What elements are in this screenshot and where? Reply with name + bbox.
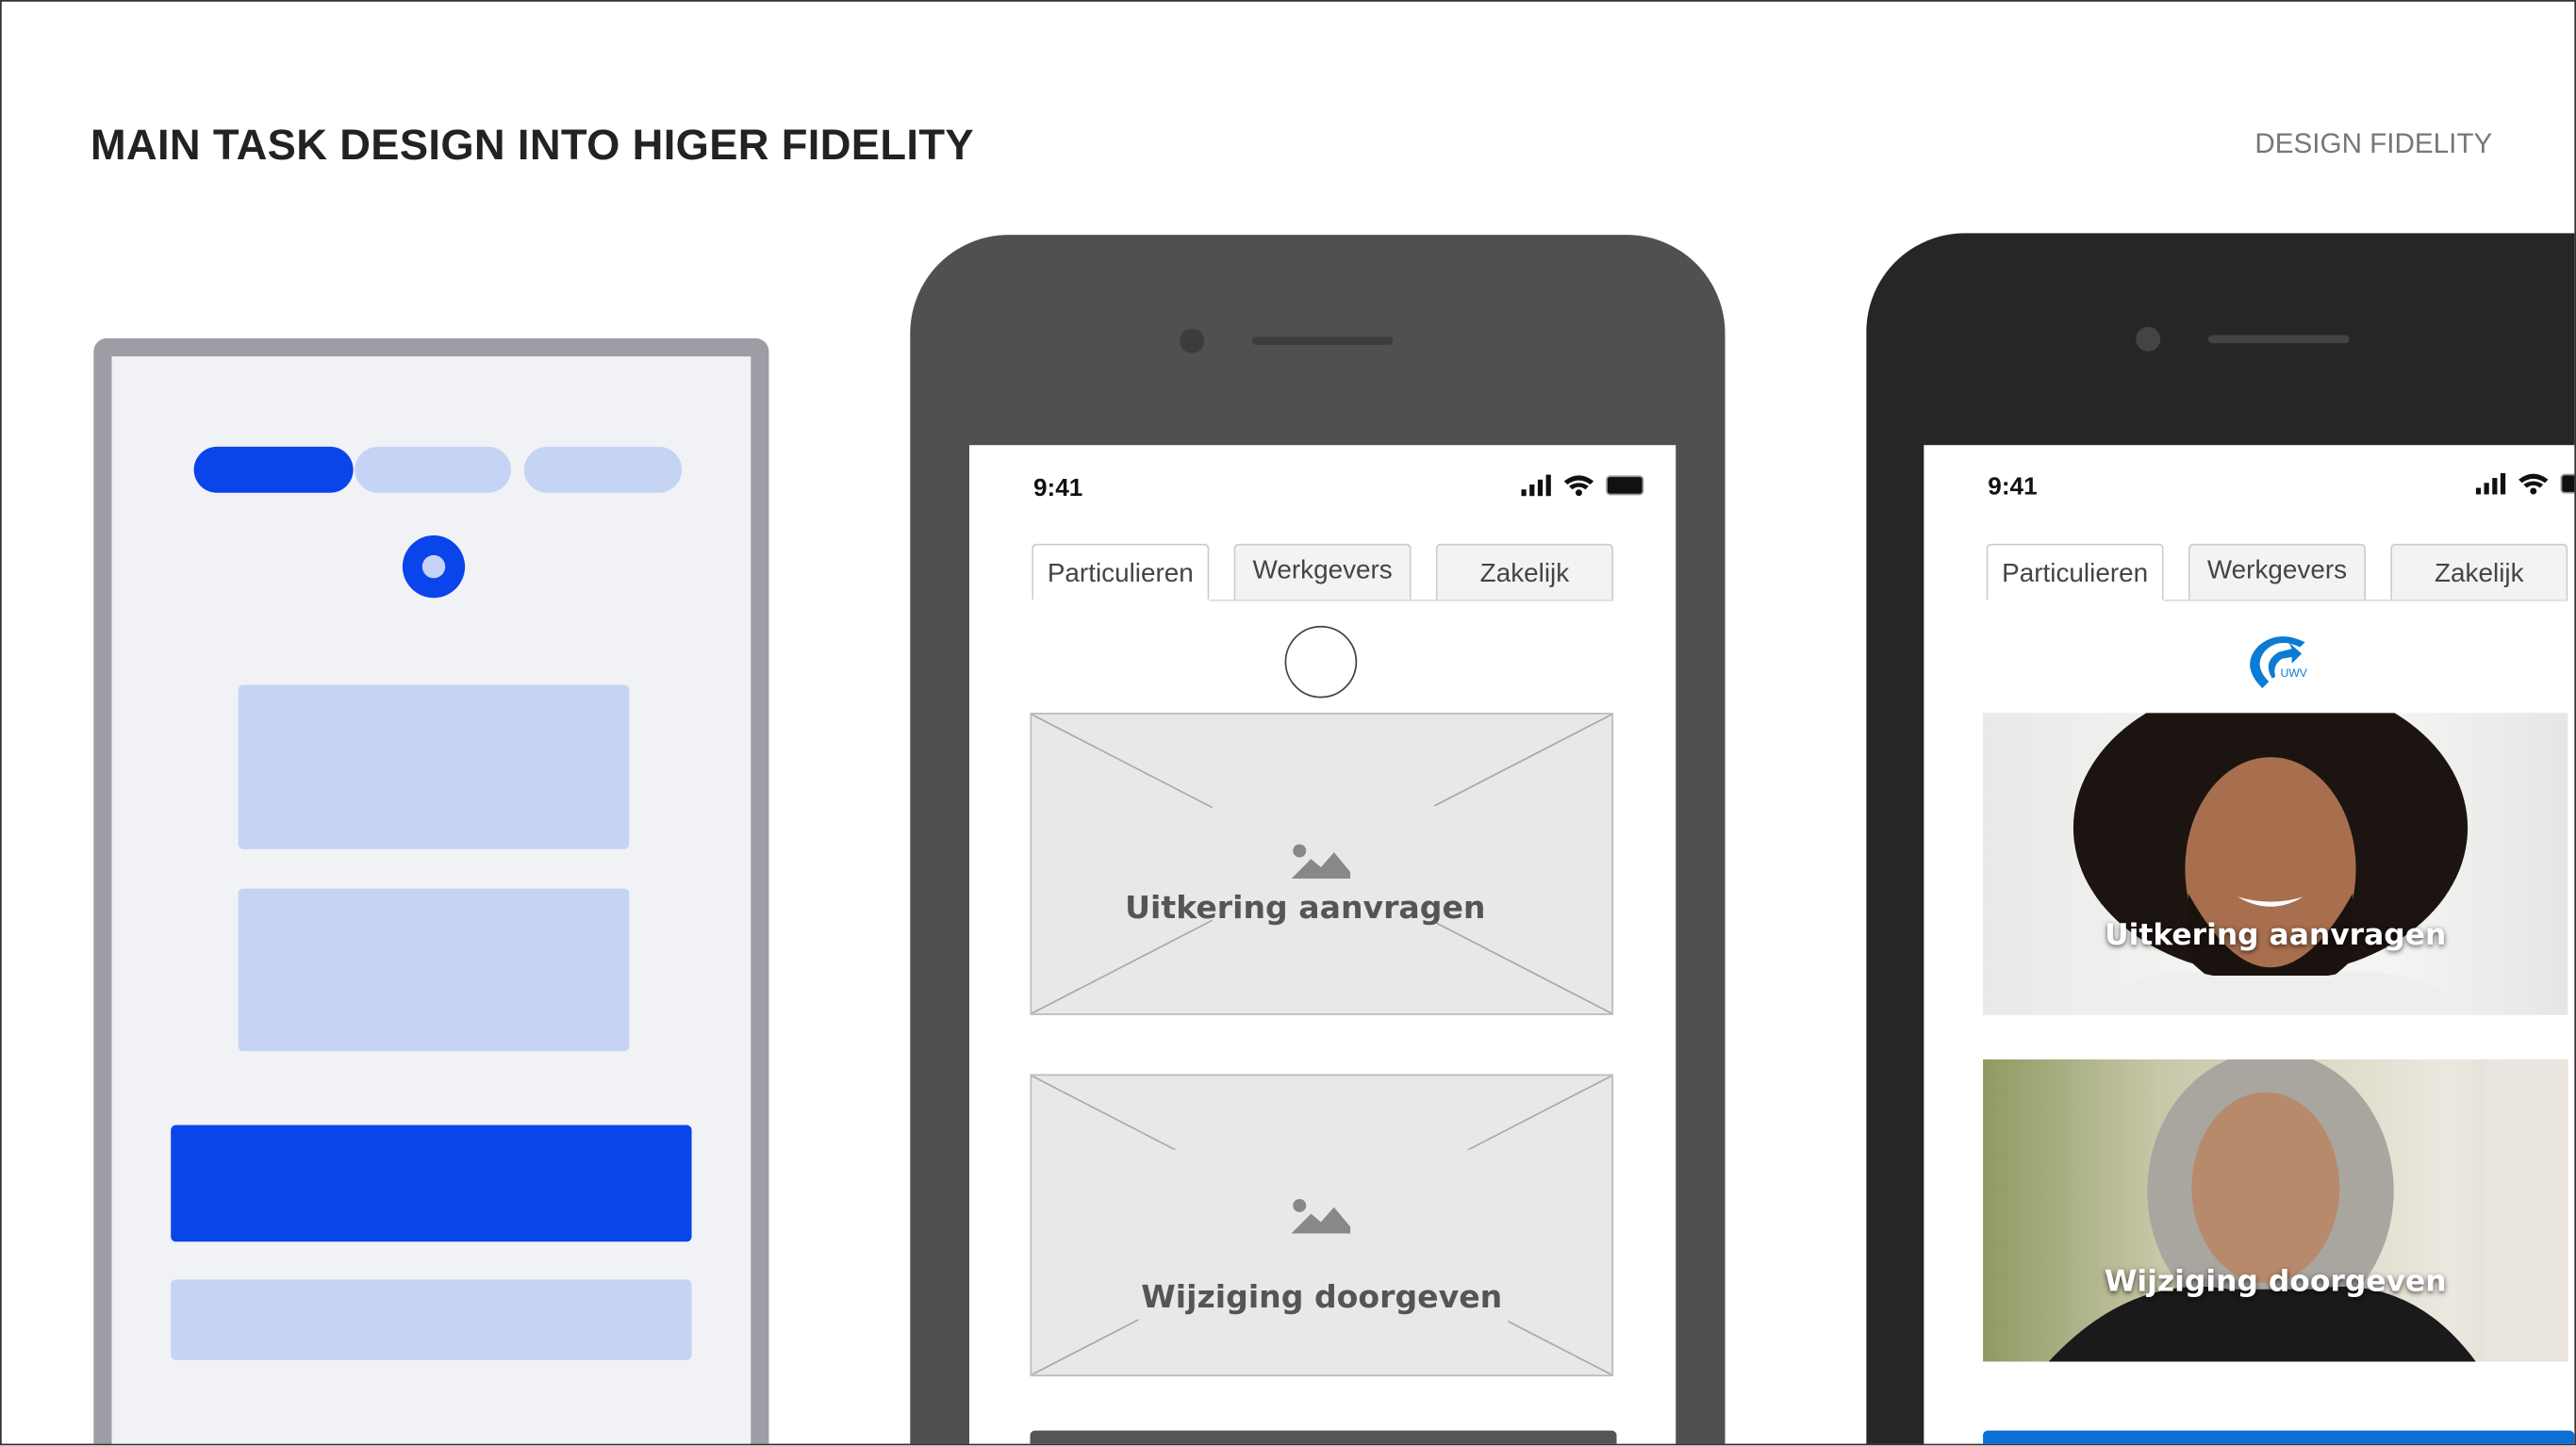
status-icons xyxy=(1521,474,1644,497)
status-icons xyxy=(2475,472,2575,495)
wireframe-phone: 9:41 Particulieren Werkgevers Zakelijk U… xyxy=(910,235,1726,1444)
primary-button[interactable] xyxy=(1983,1430,2575,1444)
status-time: 9:41 xyxy=(1988,472,2038,501)
card-uitkering-aanvragen[interactable]: Uitkering aanvragen xyxy=(1030,713,1614,1015)
card-wijziging-doorgeven[interactable]: Wijziging doorgeven xyxy=(1983,1059,2568,1362)
lofi-card xyxy=(238,684,630,849)
slide: MAIN TASK DESIGN INTO HIGER FIDELITY DES… xyxy=(0,0,2576,1446)
lofi-card xyxy=(238,888,630,1052)
section-label: DESIGN FIDELITY xyxy=(2254,127,2493,160)
tab-zakelijk[interactable]: Zakelijk xyxy=(1435,543,1614,600)
status-time: 9:41 xyxy=(1032,474,1083,503)
lofi-device xyxy=(93,337,769,1444)
lofi-logo xyxy=(402,535,466,599)
tab-particulieren[interactable]: Particulieren xyxy=(1986,543,2164,600)
tab-zakelijk[interactable]: Zakelijk xyxy=(2390,543,2568,600)
svg-text:UWV: UWV xyxy=(2280,666,2307,680)
lofi-screen xyxy=(111,356,751,1444)
logo-placeholder xyxy=(1284,625,1358,698)
card-wijziging-doorgeven[interactable]: Wijziging doorgeven xyxy=(1030,1074,1614,1377)
hifi-screen: 9:41 Particulieren Werkgevers Zakelijk U… xyxy=(1924,445,2575,1444)
lofi-step-active xyxy=(193,446,354,493)
slide-title: MAIN TASK DESIGN INTO HIGER FIDELITY xyxy=(90,120,974,170)
camera-icon xyxy=(1180,328,1205,353)
speaker xyxy=(2207,335,2350,344)
wireframe-screen: 9:41 Particulieren Werkgevers Zakelijk U… xyxy=(969,445,1676,1444)
image-icon xyxy=(1291,1198,1351,1234)
speaker xyxy=(1251,337,1394,345)
photo-woman xyxy=(2048,1059,2568,1362)
hifi-phone: 9:41 Particulieren Werkgevers Zakelijk U… xyxy=(1866,233,2575,1444)
uwv-logo: UWV xyxy=(2250,636,2308,689)
camera-icon xyxy=(2136,326,2161,352)
wireframe-button[interactable] xyxy=(1030,1430,1617,1444)
lofi-step xyxy=(523,446,683,493)
lofi-step xyxy=(355,446,511,493)
lofi-primary-button[interactable] xyxy=(171,1125,692,1242)
tab-werkgevers[interactable]: Werkgevers xyxy=(1233,543,1412,600)
lofi-secondary-button[interactable] xyxy=(171,1279,692,1360)
tab-werkgevers[interactable]: Werkgevers xyxy=(2188,543,2367,600)
photo-man xyxy=(2072,713,2476,1015)
image-icon xyxy=(1291,844,1351,879)
card-uitkering-aanvragen[interactable]: Uitkering aanvragen xyxy=(1983,713,2568,1015)
tab-particulieren[interactable]: Particulieren xyxy=(1032,543,1210,600)
